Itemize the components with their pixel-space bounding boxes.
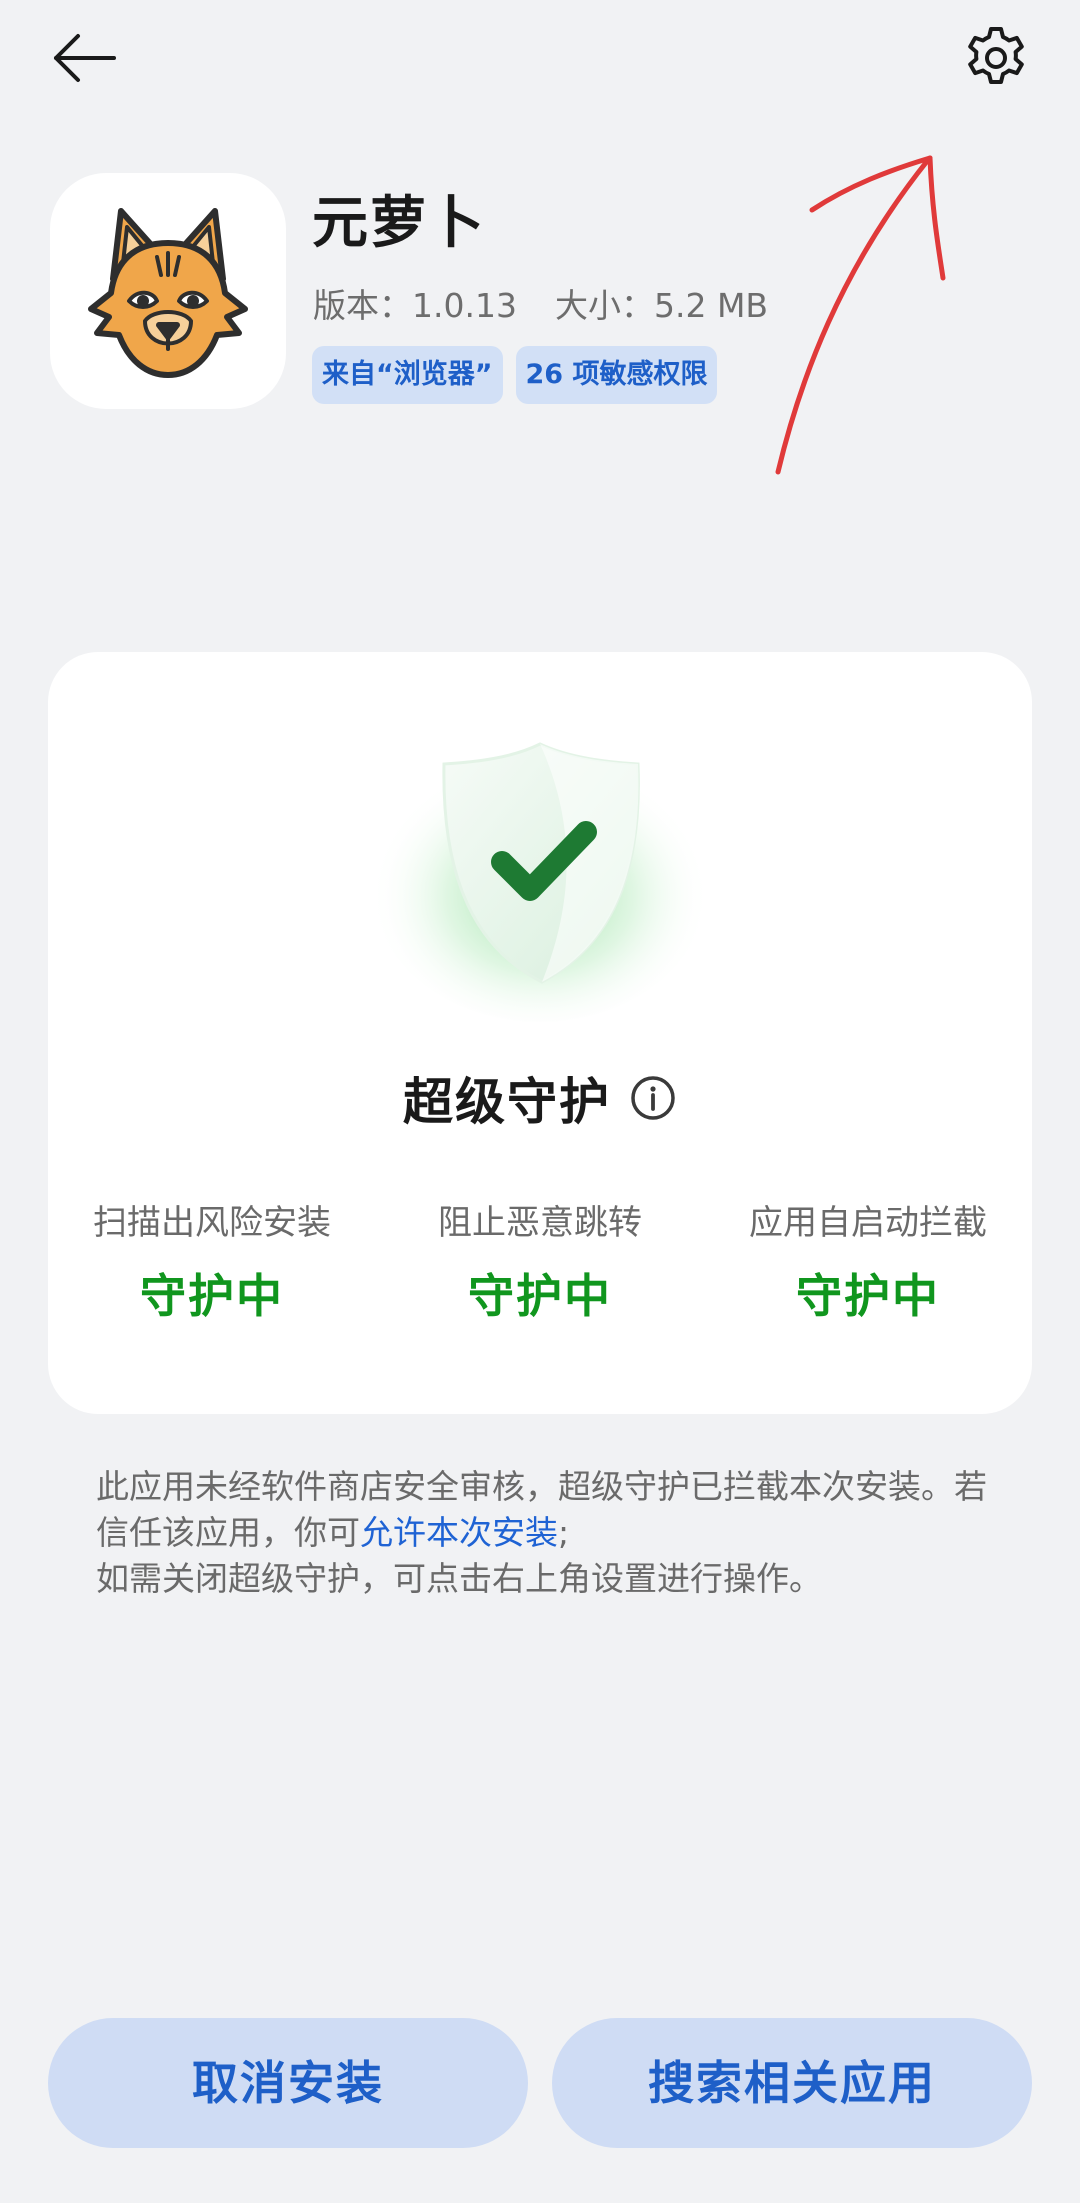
- feature-label: 应用自启动拦截: [749, 1203, 987, 1243]
- protection-features: 扫描出风险安装 守护中 阻止恶意跳转 守护中 应用自启动拦截 守护中: [48, 1200, 1032, 1324]
- allow-install-link[interactable]: 允许本次安装: [360, 1513, 558, 1552]
- feature-label: 扫描出风险安装: [93, 1203, 331, 1243]
- settings-button[interactable]: [946, 8, 1046, 108]
- feature-status: 守护中: [468, 1269, 612, 1323]
- app-icon: [50, 173, 286, 409]
- gear-icon: [968, 27, 1024, 84]
- protection-title: 超级守护: [403, 1073, 611, 1131]
- protection-card: 超级守护 扫描出风险安装 守护中 阻止恶意跳转 守护中 应用自启动拦截 守护中: [48, 652, 1032, 1414]
- red-annotation-arrow: [775, 155, 946, 475]
- size-value: 5.2 MB: [653, 286, 769, 325]
- info-icon[interactable]: [629, 1074, 677, 1122]
- feature-autostart-block: 应用自启动拦截 守护中: [704, 1200, 1032, 1324]
- notice-settings-hint: 如需关闭超级守护，可点击右上角设置进行操作。: [96, 1559, 822, 1598]
- feature-block-redirect: 阻止恶意跳转 守护中: [376, 1200, 704, 1324]
- back-button[interactable]: [35, 8, 135, 108]
- app-meta: 版本：1.0.13 大小：5.2 MB: [313, 284, 768, 328]
- feature-status: 守护中: [796, 1269, 940, 1323]
- feature-label: 阻止恶意跳转: [438, 1203, 642, 1243]
- notice-punct: ;: [558, 1513, 570, 1552]
- version-value: 1.0.13: [412, 286, 517, 325]
- arrow-left-icon: [54, 34, 116, 82]
- search-related-apps-button[interactable]: 搜索相关应用: [552, 2018, 1032, 2148]
- install-notice: 此应用未经软件商店安全审核，超级守护已拦截本次安装。若信任该应用，你可允许本次安…: [96, 1464, 996, 1602]
- app-tags: 来自“浏览器” 26 项敏感权限: [312, 346, 718, 404]
- version-label: 版本：: [313, 286, 412, 325]
- protection-title-row: 超级守护: [48, 1062, 1032, 1134]
- source-tag[interactable]: 来自“浏览器”: [312, 346, 503, 404]
- lynx-face-icon: [88, 208, 248, 378]
- install-guard-screen: 元萝卜 版本：1.0.13 大小：5.2 MB 来自“浏览器” 26 项敏感权限: [0, 0, 1080, 2203]
- feature-status: 守护中: [140, 1269, 284, 1323]
- cancel-install-button[interactable]: 取消安装: [48, 2018, 528, 2148]
- size-label: 大小：: [554, 286, 654, 325]
- app-name: 元萝卜: [312, 191, 486, 256]
- shield-check-icon: [370, 742, 710, 1022]
- permissions-tag[interactable]: 26 项敏感权限: [515, 346, 718, 404]
- feature-risk-scan: 扫描出风险安装 守护中: [48, 1200, 376, 1324]
